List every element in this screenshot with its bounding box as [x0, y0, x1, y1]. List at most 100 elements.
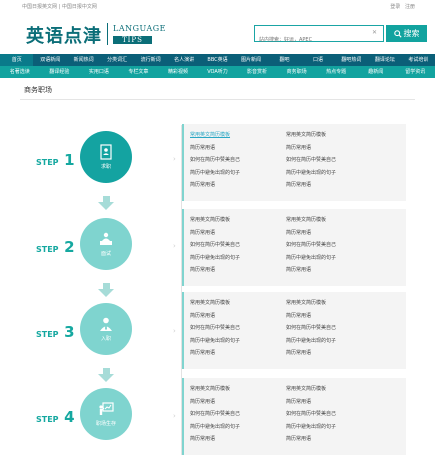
step-circle[interactable]: 求职 — [80, 131, 132, 183]
link-item[interactable]: 如何在简历中赞美自己 — [286, 239, 336, 252]
nav-item[interactable]: 新闻热词 — [67, 54, 100, 66]
link-item[interactable]: 如何在简历中赞美自己 — [190, 322, 240, 335]
login-link[interactable]: 登录 — [390, 4, 400, 10]
step-label: STEP 4 — [36, 407, 75, 426]
nav-item[interactable]: 影音赏析 — [237, 66, 277, 78]
nav-item[interactable]: 分类词汇 — [100, 54, 133, 66]
clear-icon[interactable]: ✕ — [372, 29, 377, 36]
link-item[interactable]: 简历中避免出现的句子 — [190, 335, 240, 348]
nav-item[interactable]: 商务职场 — [277, 66, 317, 78]
nav-item[interactable]: 翻译论坛 — [368, 54, 401, 66]
link-item[interactable]: 简历常用语 — [286, 142, 336, 155]
link-item[interactable]: 常用英文简历模板 — [286, 383, 336, 396]
link-item[interactable]: 简历常用语 — [190, 310, 240, 323]
nav-item[interactable]: 留学资讯 — [395, 66, 435, 78]
link-item[interactable]: 简历常用语 — [286, 347, 336, 360]
panel-accent — [182, 292, 184, 369]
employee-icon — [100, 317, 112, 331]
search-button[interactable]: 搜索 — [386, 25, 427, 42]
link-chinadaily-en[interactable]: 中国日报英文网 — [22, 4, 57, 10]
link-item[interactable]: 常用英文简历模板 — [286, 214, 336, 227]
nav-item[interactable]: 翻译经验 — [40, 66, 80, 78]
link-column: 常用英文简历模板 简历常用语 如何在简历中赞美自己 简历中避免出现的句子 简历常… — [286, 297, 336, 360]
link-item[interactable]: 简历中避免出现的句子 — [286, 421, 336, 434]
nav-item[interactable]: 翻吧 — [268, 54, 301, 66]
link-item[interactable]: 简历常用语 — [286, 310, 336, 323]
link-column: 常用英文简历模板 简历常用语 如何在简历中赞美自己 简历中避免出现的句子 简历常… — [190, 383, 240, 446]
logo-divider — [107, 23, 108, 45]
link-item[interactable]: 常用英文简历模板 — [286, 297, 336, 310]
link-item[interactable]: 简历常用语 — [190, 347, 240, 360]
nav-item[interactable]: 口语 — [301, 54, 334, 66]
link-item[interactable]: 简历常用语 — [286, 396, 336, 409]
panel-accent — [182, 378, 184, 455]
step-circle[interactable]: 入职 — [80, 303, 132, 355]
chevron-right-icon: › — [173, 327, 176, 335]
step-word: STEP — [36, 245, 59, 254]
link-item[interactable]: 简历中避免出现的句子 — [286, 167, 336, 180]
link-column: 常用英文简历模板 简历常用语 如何在简历中赞美自己 简历中避免出现的句子 简历常… — [286, 214, 336, 277]
nav-item[interactable]: 流行新词 — [134, 54, 167, 66]
register-link[interactable]: 注册 — [405, 4, 415, 10]
step-word: STEP — [36, 158, 59, 167]
nav-item[interactable]: 热点专题 — [316, 66, 356, 78]
nav-item[interactable]: VOA听力 — [198, 66, 238, 78]
link-item[interactable]: 如何在简历中赞美自己 — [190, 239, 240, 252]
nav-item[interactable]: 实用口语 — [79, 66, 119, 78]
logo-chinese[interactable]: 英语点津 — [26, 22, 102, 48]
link-item[interactable]: 简历常用语 — [286, 433, 336, 446]
nav-item-home[interactable]: 首页 — [0, 54, 34, 66]
link-item[interactable]: 简历常用语 — [190, 396, 240, 409]
link-item[interactable]: 常用英文简历模板 — [286, 129, 336, 142]
link-item[interactable]: 简历中避免出现的句子 — [286, 252, 336, 265]
link-item[interactable]: 如何在简历中赞美自己 — [286, 408, 336, 421]
nav-item[interactable]: 名著选读 — [0, 66, 40, 78]
link-item[interactable]: 如何在简历中赞美自己 — [190, 408, 240, 421]
step-label: STEP 3 — [36, 322, 75, 341]
nav-item[interactable]: BBC英语 — [201, 54, 234, 66]
step-links-panel: 常用英文简历模板 简历常用语 如何在简历中赞美自己 简历中避免出现的句子 简历常… — [182, 292, 406, 369]
step-number: 4 — [64, 408, 75, 426]
link-item[interactable]: 常用英文简历模板 — [190, 214, 240, 227]
step-word: STEP — [36, 330, 59, 339]
link-item[interactable]: 简历中避免出现的句子 — [286, 335, 336, 348]
nav-item[interactable]: 名人演讲 — [167, 54, 200, 66]
step-links-panel: 常用英文简历模板 简历常用语 如何在简历中赞美自己 简历中避免出现的句子 简历常… — [182, 209, 406, 286]
nav-item[interactable]: 考试培训 — [402, 54, 435, 66]
top-bar: 中国日报英文网 | 中国日报中文网 登录 注册 — [0, 0, 435, 12]
nav-item[interactable]: 翻吧热词 — [335, 54, 368, 66]
nav-item[interactable]: 图片新闻 — [234, 54, 267, 66]
link-item-active[interactable]: 常用英文简历模板 — [190, 129, 240, 142]
link-item[interactable]: 简历常用语 — [190, 433, 240, 446]
link-item[interactable]: 简历常用语 — [286, 227, 336, 240]
step-circle[interactable]: 职场生存 — [80, 388, 132, 440]
site-header: 英语点津 LANGUAGE TIPS ✕ 搜索 — [0, 12, 435, 56]
link-item[interactable]: 如何在简历中赞美自己 — [286, 154, 336, 167]
link-item[interactable]: 简历常用语 — [190, 227, 240, 240]
nav-item[interactable]: 精彩视频 — [158, 66, 198, 78]
nav-item[interactable]: 双语新闻 — [33, 54, 66, 66]
search-input[interactable] — [255, 32, 365, 48]
search-box: ✕ — [254, 25, 384, 48]
divider — [20, 99, 415, 100]
link-item[interactable]: 简历常用语 — [190, 264, 240, 277]
link-item[interactable]: 简历常用语 — [286, 179, 336, 192]
step-circle[interactable]: 面试 — [80, 218, 132, 270]
link-item[interactable]: 简历中避免出现的句子 — [190, 421, 240, 434]
link-item[interactable]: 简历中避免出现的句子 — [190, 167, 240, 180]
link-column: 常用英文简历模板 简历常用语 如何在简历中赞美自己 简历中避免出现的句子 简历常… — [286, 129, 336, 192]
link-item[interactable]: 简历常用语 — [190, 179, 240, 192]
link-item[interactable]: 简历常用语 — [190, 142, 240, 155]
primary-nav: 首页 双语新闻 新闻热词 分类词汇 流行新词 名人演讲 BBC英语 图片新闻 翻… — [0, 54, 435, 66]
link-item[interactable]: 如何在简历中赞美自己 — [190, 154, 240, 167]
link-item[interactable]: 如何在简历中赞美自己 — [286, 322, 336, 335]
link-item[interactable]: 简历中避免出现的句子 — [190, 252, 240, 265]
link-item[interactable]: 常用英文简历模板 — [190, 297, 240, 310]
link-item[interactable]: 简历常用语 — [286, 264, 336, 277]
nav-item[interactable]: 专栏文章 — [119, 66, 159, 78]
interview-icon — [100, 232, 112, 245]
link-item[interactable]: 常用英文简历模板 — [190, 383, 240, 396]
page-title: 商务职场 — [24, 86, 52, 94]
link-chinadaily-cn[interactable]: 中国日报中文网 — [62, 4, 97, 10]
nav-item[interactable]: 趣新闻 — [356, 66, 396, 78]
